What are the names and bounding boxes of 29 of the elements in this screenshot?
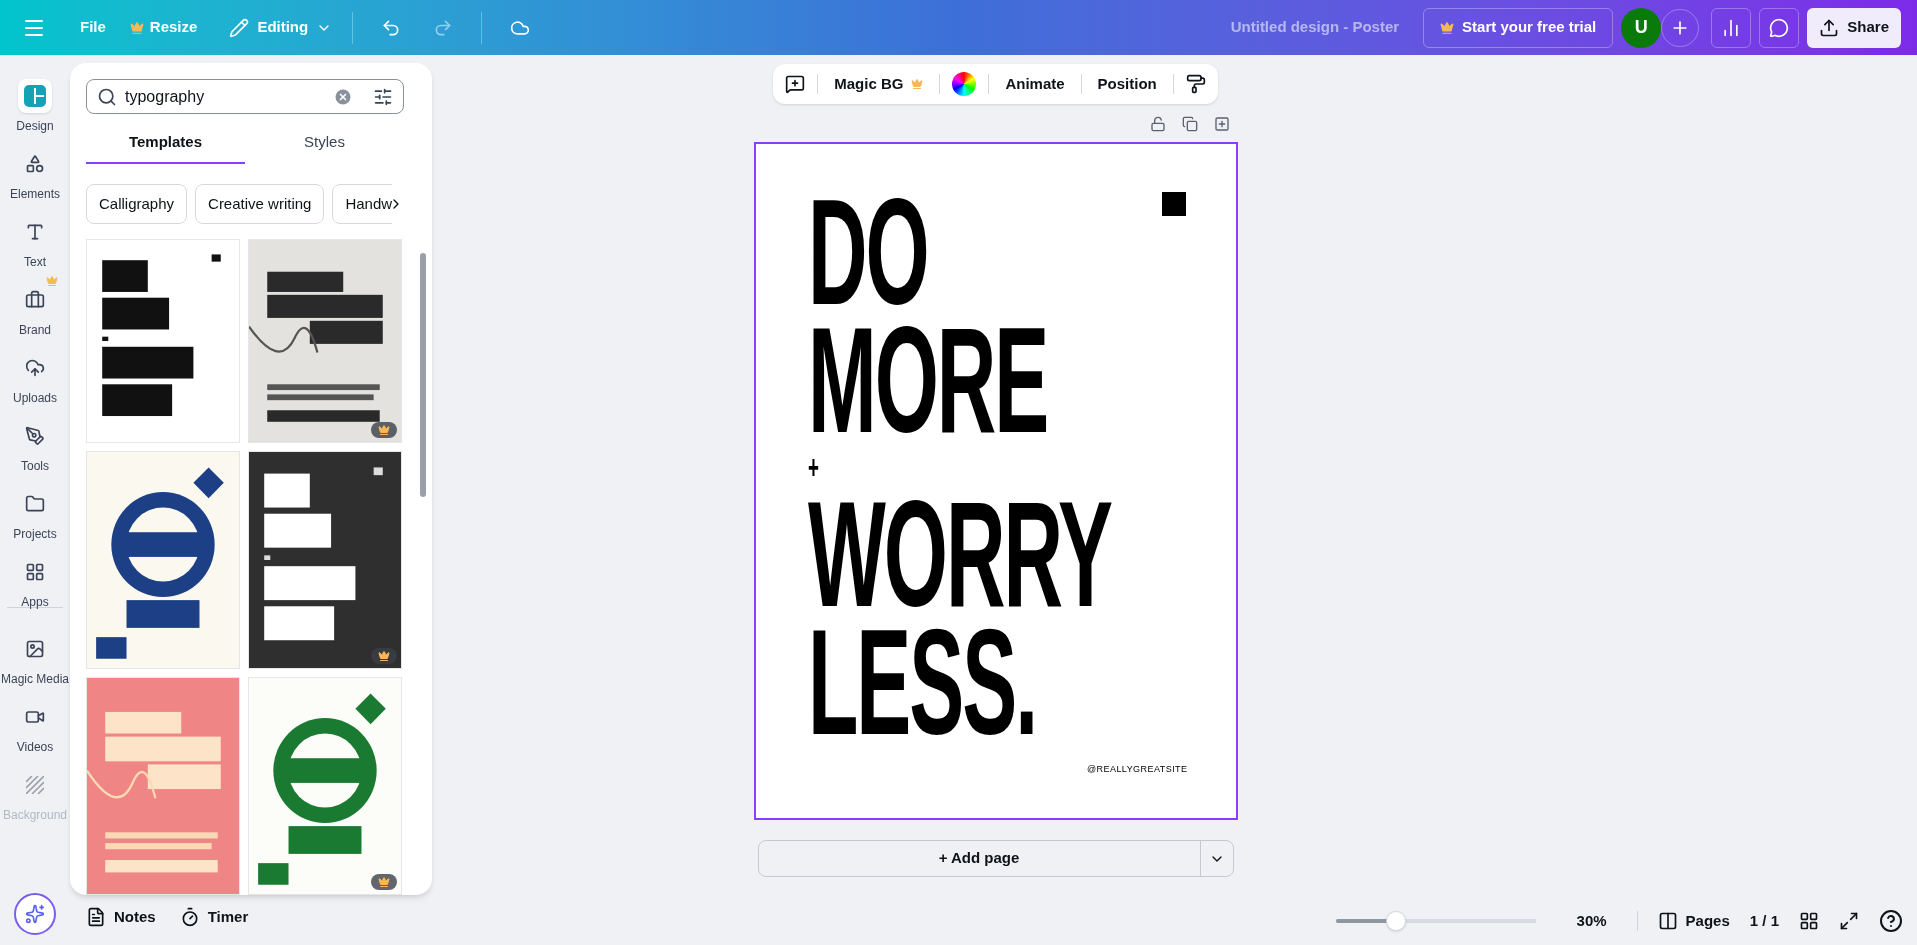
panel-tab[interactable]: Styles (245, 122, 404, 164)
pages-button[interactable]: Pages (1657, 909, 1730, 933)
timer-button[interactable]: Timer (179, 906, 249, 929)
panel-tab[interactable]: Templates (86, 122, 245, 164)
poster-handle: @REALLYGREATSITE (1086, 762, 1188, 776)
share-button[interactable]: Share (1807, 7, 1901, 48)
sidebar-item[interactable]: Uploads (0, 343, 70, 407)
filter-chip[interactable]: Handw (332, 184, 392, 224)
sidebar-item[interactable]: Brand (0, 275, 70, 339)
sidebar-item[interactable]: Apps (0, 547, 70, 611)
user-avatar[interactable]: U (1621, 7, 1662, 48)
notes-button[interactable]: Notes (86, 906, 156, 929)
sidebar-item[interactable]: Projects (0, 479, 70, 543)
filter-chip[interactable]: Calligraphy (86, 184, 188, 224)
animate-button[interactable]: Animate (1001, 72, 1069, 96)
page-count: 1 / 1 (1749, 910, 1779, 931)
zoom-percentage[interactable]: 30% (1576, 909, 1617, 933)
sidebar-item[interactable]: Text (0, 207, 70, 271)
sidebar-item[interactable]: Videos (0, 692, 70, 756)
search-query: typography (125, 86, 206, 107)
magic-bg-button[interactable]: Magic BG (830, 72, 928, 96)
sidebar-item[interactable]: Design (0, 71, 70, 135)
position-button[interactable]: Position (1093, 72, 1161, 96)
sidebar-item[interactable]: Magic Media (0, 624, 70, 688)
free-trial-button[interactable]: Start your free trial (1423, 7, 1614, 48)
search-field[interactable]: typography (86, 79, 404, 114)
sidebar-item[interactable]: Tools (0, 411, 70, 475)
sidebar-item[interactable]: Elements (0, 139, 70, 203)
filter-chip[interactable]: Creative writing (195, 184, 325, 224)
